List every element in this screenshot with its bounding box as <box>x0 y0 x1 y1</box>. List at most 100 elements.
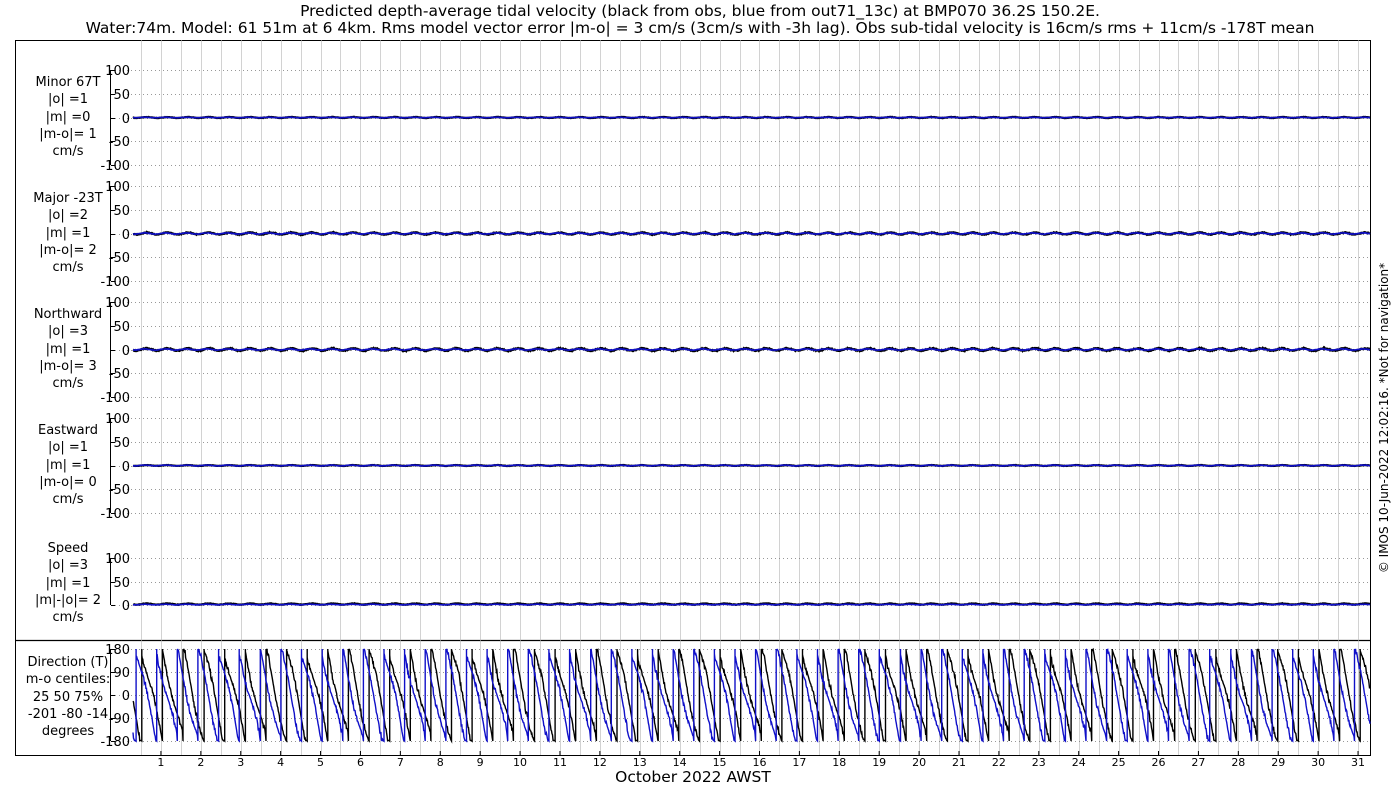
panel-label-line: Speed <box>47 541 89 556</box>
panel-label-line: -201 -80 -14 <box>27 706 109 722</box>
panel-label-line: |o| =1 <box>47 440 88 456</box>
x-tick-label: 24 <box>1072 756 1086 769</box>
x-tick-label: 23 <box>1032 756 1046 769</box>
x-tick-label: 1 <box>157 756 164 769</box>
panel-major: 100 50 0 -50 -100 <box>100 180 1371 290</box>
x-tick-label: 9 <box>477 756 484 769</box>
y-tick-label: 100 <box>105 412 130 427</box>
panel-label-line: |o| =3 <box>47 324 89 340</box>
y-tick-label: 50 <box>113 320 130 335</box>
y-tick-label: -90 <box>109 712 130 727</box>
y-tick-label: -100 <box>100 507 130 522</box>
y-tick-label: -100 <box>100 275 130 290</box>
x-tick-label: 5 <box>317 756 324 769</box>
panel-label-line: Northward <box>33 307 103 322</box>
x-tick-label: 26 <box>1152 756 1166 769</box>
panel-direction: 180900-90-180 <box>100 643 1371 750</box>
y-tick-label: -50 <box>109 135 130 150</box>
y-tick-label: 100 <box>105 64 130 79</box>
panel-label-line: cm/s <box>52 260 84 276</box>
x-tick-label: 18 <box>832 756 846 769</box>
panel-label-line: |m|-|o|= 2 <box>34 592 102 608</box>
panel-label-line: |m| =1 <box>45 575 91 591</box>
panel-label-direction: Direction (T) m-o centiles: 25 50 75% -201 … <box>26 654 111 740</box>
x-tick-label: 7 <box>397 756 404 769</box>
panel-label-line: |m-o|= 0 <box>39 474 97 490</box>
x-tick-label: 25 <box>1112 756 1126 769</box>
panel-label-line: |m| =1 <box>45 341 91 357</box>
y-tick-label: -100 <box>100 159 130 174</box>
x-tick-label: 29 <box>1271 756 1285 769</box>
x-tick-label: 8 <box>437 756 444 769</box>
x-axis-label: October 2022 AWST <box>615 768 771 786</box>
x-tick-label: 22 <box>992 756 1006 769</box>
y-tick-label: -50 <box>109 367 130 382</box>
panel-label-line: |o| =3 <box>47 558 88 574</box>
panel-label-speed: Speed |o| =3 |m| =1 |m|-|o|= 2 cm/s <box>35 540 101 626</box>
x-tick-label: 6 <box>357 756 364 769</box>
panel-northward: 100 50 0 -50 -100 <box>100 296 1371 406</box>
series-line-model <box>132 116 1370 119</box>
x-tick-label: 3 <box>237 756 244 769</box>
y-tick-label: 0 <box>122 460 130 475</box>
panel-label-line: 25 50 75% <box>32 689 104 705</box>
x-tick-label: 4 <box>277 756 284 769</box>
panel-minor: 100 50 0 -50 -100 <box>100 64 1370 174</box>
x-tick-label: 20 <box>912 756 926 769</box>
y-tick-label: -50 <box>109 483 130 498</box>
panel-label-minor: Minor 67T |o| =1 |m| =0 |m-o|= 1 cm/s <box>36 74 101 160</box>
panel-label-line: |m| =1 <box>45 457 91 473</box>
panel-label-line: cm/s <box>52 376 84 392</box>
panel-label-line: |m| =0 <box>45 109 91 125</box>
panel-label-line: |o| =1 <box>47 92 89 108</box>
panel-label-line: Direction (T) <box>27 655 109 670</box>
plot-frame <box>15 40 1371 756</box>
series-line-model <box>133 603 1371 606</box>
y-tick-label: 100 <box>105 180 130 195</box>
panel-label-line: |m-o|= 1 <box>39 126 97 142</box>
panel-label-northward: Northward |o| =3 |m| =1 |m-o|= 3 cm/s <box>34 306 102 392</box>
panel-label-line: Eastward <box>37 423 99 438</box>
panel-label-line: |m-o|= 2 <box>39 242 97 258</box>
x-tick-label: 30 <box>1311 756 1325 769</box>
x-tick-label: 31 <box>1351 756 1365 769</box>
panel-label-line: degrees <box>41 724 95 740</box>
x-tick-label: 12 <box>593 756 607 769</box>
y-tick-label: 90 <box>113 666 130 681</box>
x-tick-label: 27 <box>1191 756 1205 769</box>
y-tick-label: 100 <box>105 296 130 311</box>
y-tick-label: 50 <box>113 204 130 219</box>
panel-label-line: cm/s <box>52 144 84 160</box>
y-tick-label: 100 <box>105 552 130 567</box>
panel-label-line: Minor 67T <box>35 75 101 90</box>
x-tick-label: 21 <box>952 756 966 769</box>
x-tick-label: 17 <box>792 756 806 769</box>
y-tick-label: 0 <box>122 689 130 704</box>
y-tick-label: -100 <box>100 391 130 406</box>
chart-root: Predicted depth-average tidal velocity (… <box>0 0 1400 800</box>
panel-label-line: m-o centiles: <box>25 672 111 688</box>
y-tick-label: 50 <box>113 88 130 103</box>
x-tick-label: 11 <box>553 756 567 769</box>
panel-label-line: cm/s <box>52 492 84 508</box>
series-line-model <box>133 464 1370 467</box>
panel-eastward: 100 50 0 -50 -100 <box>100 412 1370 522</box>
panel-label-major: Major -23T |o| =2 |m| =1 |m-o|= 2 cm/s <box>33 190 102 276</box>
panel-label-line: Major -23T <box>33 191 103 206</box>
panel-label-eastward: Eastward |o| =1 |m| =1 |m-o|= 0 cm/s <box>38 422 98 508</box>
tidal-velocity-chart: 1 2 3 4 5 6 7 8 9 10 11 12 13 14 15 16 17 18 19 20 21 22 23 24 2… <box>15 40 1371 769</box>
panel-label-line: cm/s <box>52 610 84 626</box>
panel-speed: 100 50 0 <box>105 552 1371 614</box>
copyright-notice: © IMOS 10-Jun-2022 12:02:16. *Not for na… <box>1377 262 1391 574</box>
panel-label-line: |m| =1 <box>45 225 91 241</box>
x-tick-label: 2 <box>197 756 204 769</box>
y-tick-label: 50 <box>113 576 130 591</box>
y-tick-label: -50 <box>109 251 130 266</box>
x-tick-label: 19 <box>872 756 886 769</box>
x-tick-label: 28 <box>1231 756 1245 769</box>
y-tick-label: 0 <box>122 344 130 359</box>
y-tick-label: 0 <box>122 599 130 614</box>
y-tick-label: 0 <box>122 228 130 243</box>
y-tick-label: 0 <box>122 112 130 127</box>
y-tick-label: 50 <box>113 436 130 451</box>
